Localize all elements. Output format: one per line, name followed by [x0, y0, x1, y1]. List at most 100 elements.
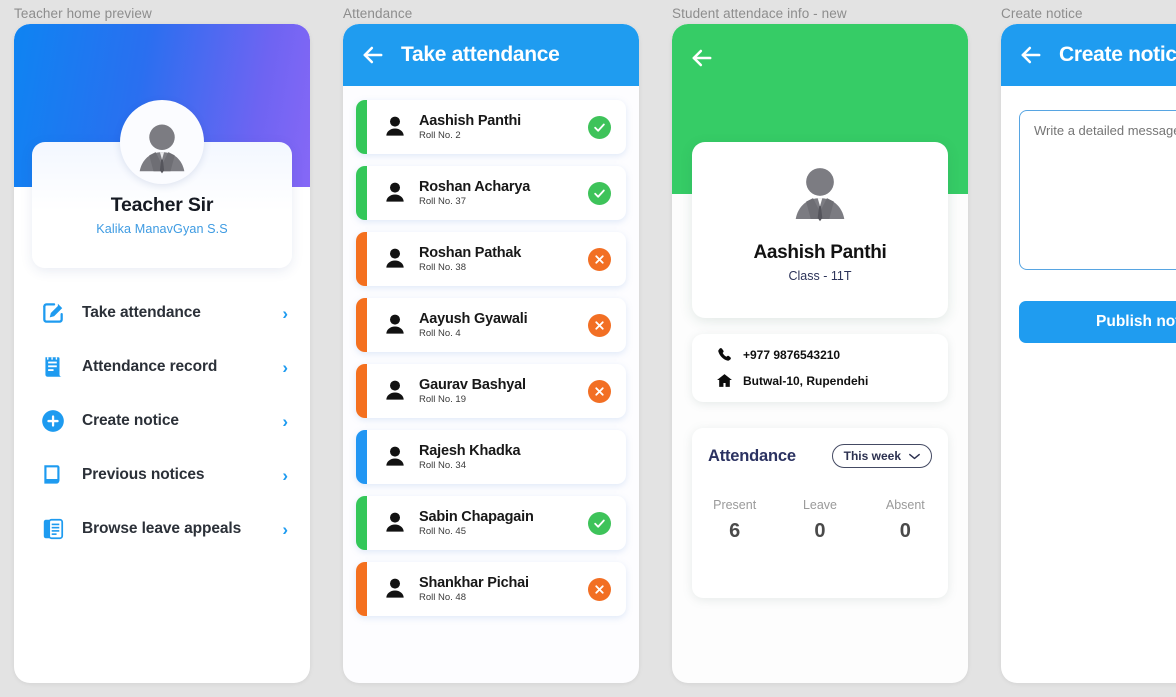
status-stripe [356, 364, 367, 418]
back-arrow-icon[interactable] [1017, 41, 1045, 69]
teacher-name: Teacher Sir [110, 194, 214, 216]
person-avatar-icon [382, 114, 408, 140]
contact-card: +977 9876543210 Butwal-10, Rupendehi [692, 334, 948, 402]
chevron-right-icon: › [282, 357, 288, 377]
menu-label: Browse leave appeals [82, 520, 242, 537]
present-check-icon[interactable] [588, 115, 611, 139]
app-bar-create-notice: Create notice [1001, 24, 1176, 86]
create-notice-body: Publish notice [1001, 86, 1176, 343]
absent-cross-icon[interactable] [588, 577, 611, 601]
student-name: Rajesh Khadka [419, 443, 521, 459]
status-stripe [356, 166, 367, 220]
student-row[interactable]: Roshan Pathak Roll No. 38 [356, 232, 626, 286]
avatar [692, 160, 948, 234]
student-row[interactable]: Aayush Gyawali Roll No. 4 [356, 298, 626, 352]
avatar [120, 100, 204, 184]
student-row[interactable]: Roshan Acharya Roll No. 37 [356, 166, 626, 220]
phone-icon [716, 346, 733, 363]
student-name: Roshan Pathak [419, 245, 522, 261]
student-row[interactable]: Gaurav Bashyal Roll No. 19 [356, 364, 626, 418]
stat-label: Present [713, 498, 757, 512]
back-arrow-icon[interactable] [688, 44, 716, 72]
caption-create-notice: Create notice [1001, 6, 1083, 21]
student-text: Sabin Chapagain Roll No. 45 [419, 509, 588, 537]
publish-notice-button[interactable]: Publish notice [1019, 301, 1176, 343]
status-stripe [356, 496, 367, 550]
caption-teacher-home: Teacher home preview [14, 6, 152, 21]
range-select[interactable]: This week [831, 444, 932, 468]
caption-student-info: Student attendace info - new [672, 6, 847, 21]
mockup-board: Teacher home preview Teacher Sir Kalika … [0, 0, 1176, 697]
student-roll: Roll No. 4 [419, 328, 461, 339]
person-avatar-icon [382, 378, 408, 404]
student-class: Class - 11T [788, 269, 852, 283]
stat-value: 6 [729, 520, 741, 542]
school-name: Kalika ManavGyan S.S [96, 222, 228, 236]
range-label: This week [843, 449, 901, 463]
student-name: Aashish Panthi [419, 113, 521, 129]
person-avatar-icon [382, 576, 408, 602]
status-stripe [356, 232, 367, 286]
chevron-right-icon: › [282, 465, 288, 485]
home-menu: Take attendance › Attendance record › Cr… [14, 286, 310, 556]
page-title: Take attendance [401, 43, 560, 66]
status-stripe [356, 298, 367, 352]
student-roll: Roll No. 48 [419, 592, 466, 603]
phone-take-attendance: Take attendance Aashish Panthi Roll No. 2… [343, 24, 639, 683]
student-roll: Roll No. 45 [419, 526, 466, 537]
menu-item-attendance-record[interactable]: Attendance record › [14, 340, 310, 394]
menu-item-take-attendance[interactable]: Take attendance › [14, 286, 310, 340]
menu-item-create-notice[interactable]: Create notice › [14, 394, 310, 448]
edit-square-icon [40, 300, 66, 326]
stat-value: 0 [899, 520, 911, 542]
receipt-list-icon [40, 354, 66, 380]
stat-cell: Present 6 [692, 498, 777, 543]
person-avatar-icon [382, 510, 408, 536]
menu-label: Attendance record [82, 358, 218, 375]
present-check-icon[interactable] [588, 181, 611, 205]
student-roll: Roll No. 37 [419, 196, 466, 207]
student-name: Aashish Panthi [753, 242, 887, 263]
student-row[interactable]: Shankhar Pichai Roll No. 48 [356, 562, 626, 616]
phone-number: +977 9876543210 [743, 347, 841, 362]
student-profile-card: Aashish Panthi Class - 11T [692, 142, 948, 318]
person-avatar-icon [382, 312, 408, 338]
list-card-icon [40, 516, 66, 542]
absent-cross-icon[interactable] [588, 313, 611, 337]
student-roll: Roll No. 34 [419, 460, 466, 471]
student-name: Shankhar Pichai [419, 575, 529, 591]
absent-cross-icon[interactable] [588, 379, 611, 403]
address-text: Butwal-10, Rupendehi [743, 373, 869, 388]
attendance-title: Attendance [708, 446, 796, 465]
student-row[interactable]: Rajesh Khadka Roll No. 34 [356, 430, 626, 484]
chevron-right-icon: › [282, 303, 288, 323]
plus-circle-icon [40, 408, 66, 434]
menu-item-previous-notices[interactable]: Previous notices › [14, 448, 310, 502]
menu-item-browse-leave-appeals[interactable]: Browse leave appeals › [14, 502, 310, 556]
student-text: Rajesh Khadka Roll No. 34 [419, 443, 626, 471]
person-avatar-icon [382, 444, 408, 470]
phone-teacher-home: Teacher Sir Kalika ManavGyan S.S Take at… [14, 24, 310, 683]
app-bar-attendance: Take attendance [343, 24, 639, 86]
present-check-icon[interactable] [588, 511, 611, 535]
student-row[interactable]: Aashish Panthi Roll No. 2 [356, 100, 626, 154]
student-text: Aayush Gyawali Roll No. 4 [419, 311, 588, 339]
attendance-header: Attendance This week [692, 428, 948, 468]
status-stripe [356, 100, 367, 154]
student-name: Sabin Chapagain [419, 509, 534, 525]
back-arrow-icon[interactable] [359, 41, 387, 69]
person-avatar-icon [382, 180, 408, 206]
attendance-summary-card: Attendance This week Present 6 Leave 0 Absen… [692, 428, 948, 598]
student-roll: Roll No. 2 [419, 130, 461, 141]
chevron-right-icon: › [282, 411, 288, 431]
student-row[interactable]: Sabin Chapagain Roll No. 45 [356, 496, 626, 550]
student-name: Roshan Acharya [419, 179, 531, 195]
student-text: Aashish Panthi Roll No. 2 [419, 113, 588, 141]
phone-row[interactable]: +977 9876543210 [706, 346, 948, 363]
document-icon [40, 462, 66, 488]
attendance-stats: Present 6 Leave 0 Absent 0 [692, 498, 948, 543]
notice-message-input[interactable] [1019, 110, 1176, 270]
address-row: Butwal-10, Rupendehi [706, 372, 948, 389]
absent-cross-icon[interactable] [588, 247, 611, 271]
caption-attendance: Attendance [343, 6, 413, 21]
